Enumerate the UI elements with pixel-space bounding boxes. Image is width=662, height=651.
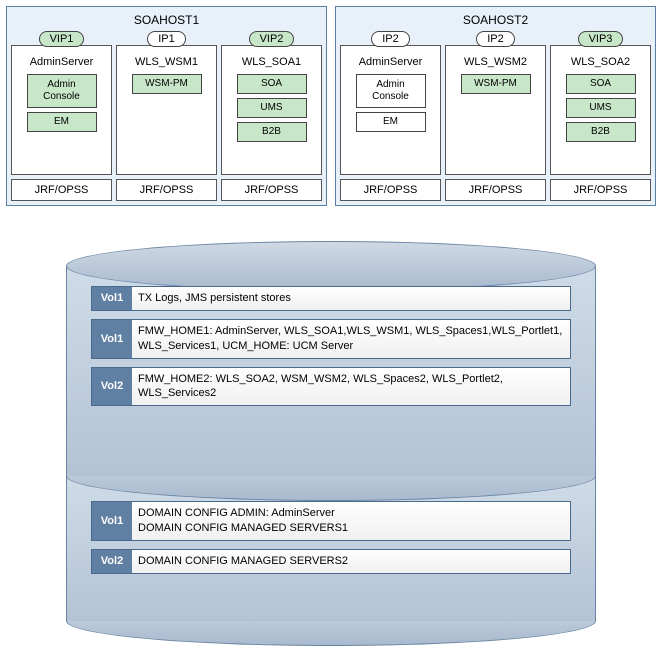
server-box: AdminServer Admin Console EM: [11, 45, 112, 175]
footer-jrf: JRF/OPSS: [550, 179, 651, 201]
volume-tag: Vol1: [92, 287, 132, 310]
volume-text: TX Logs, JMS persistent stores: [132, 287, 570, 310]
server-name: WLS_SOA2: [571, 56, 630, 68]
server-col-adminserver2: IP2 AdminServer Admin Console EM JRF/OPS…: [340, 31, 441, 201]
host-soahost1: SOAHOST1 VIP1 AdminServer Admin Console …: [6, 6, 327, 206]
volume-text: DOMAIN CONFIG MANAGED SERVERS2: [132, 550, 570, 573]
module-b2b: B2B: [237, 122, 307, 142]
host-title: SOAHOST2: [340, 11, 651, 31]
module-em: EM: [27, 112, 97, 132]
hosts-row: SOAHOST1 VIP1 AdminServer Admin Console …: [0, 0, 662, 206]
footer-jrf: JRF/OPSS: [11, 179, 112, 201]
server-box: WLS_SOA2 SOA UMS B2B: [550, 45, 651, 175]
volume-row: Vol2 FMW_HOME2: WLS_SOA2, WSM_WSM2, WLS_…: [91, 367, 571, 407]
volume-tag: Vol1: [92, 502, 132, 540]
module-soa: SOA: [566, 74, 636, 94]
server-box: AdminServer Admin Console EM: [340, 45, 441, 175]
volume-text: DOMAIN CONFIG ADMIN: AdminServer DOMAIN …: [132, 502, 570, 540]
pill-vip1: VIP1: [39, 31, 85, 47]
module-ums: UMS: [237, 98, 307, 118]
module-admin-console: Admin Console: [356, 74, 426, 108]
server-box: WLS_SOA1 SOA UMS B2B: [221, 45, 322, 175]
servers-row: IP2 AdminServer Admin Console EM JRF/OPS…: [340, 31, 651, 201]
server-name: AdminServer: [30, 56, 94, 68]
volume-row: Vol1 DOMAIN CONFIG ADMIN: AdminServer DO…: [91, 501, 571, 541]
footer-jrf: JRF/OPSS: [445, 179, 546, 201]
servers-row: VIP1 AdminServer Admin Console EM JRF/OP…: [11, 31, 322, 201]
storage-stack: Vol1 TX Logs, JMS persistent stores Vol1…: [66, 226, 596, 646]
pill-ip1: IP1: [147, 31, 186, 47]
module-wsm-pm: WSM-PM: [132, 74, 202, 94]
module-admin-console: Admin Console: [27, 74, 97, 108]
disk1-volumes: Vol1 TX Logs, JMS persistent stores Vol1…: [91, 286, 571, 406]
module-soa: SOA: [237, 74, 307, 94]
volume-tag: Vol1: [92, 320, 132, 358]
footer-jrf: JRF/OPSS: [340, 179, 441, 201]
server-box: WLS_WSM2 WSM-PM: [445, 45, 546, 175]
server-name: WLS_SOA1: [242, 56, 301, 68]
footer-jrf: JRF/OPSS: [116, 179, 217, 201]
volume-text: FMW_HOME1: AdminServer, WLS_SOA1,WLS_WSM…: [132, 320, 570, 358]
volume-tag: Vol2: [92, 368, 132, 406]
module-em: EM: [356, 112, 426, 132]
pill-ip2: IP2: [371, 31, 410, 47]
server-col-wsm1: IP1 WLS_WSM1 WSM-PM JRF/OPSS: [116, 31, 217, 201]
server-name: WLS_WSM2: [464, 56, 527, 68]
server-col-wsm2: IP2 WLS_WSM2 WSM-PM JRF/OPSS: [445, 31, 546, 201]
pill-vip3: VIP3: [578, 31, 624, 47]
server-col-soa1: VIP2 WLS_SOA1 SOA UMS B2B JRF/OPSS: [221, 31, 322, 201]
server-name: AdminServer: [359, 56, 423, 68]
pill-ip2: IP2: [476, 31, 515, 47]
server-col-soa2: VIP3 WLS_SOA2 SOA UMS B2B JRF/OPSS: [550, 31, 651, 201]
pill-vip2: VIP2: [249, 31, 295, 47]
host-soahost2: SOAHOST2 IP2 AdminServer Admin Console E…: [335, 6, 656, 206]
server-box: WLS_WSM1 WSM-PM: [116, 45, 217, 175]
footer-jrf: JRF/OPSS: [221, 179, 322, 201]
module-wsm-pm: WSM-PM: [461, 74, 531, 94]
volume-row: Vol2 DOMAIN CONFIG MANAGED SERVERS2: [91, 549, 571, 574]
disk-top-ellipse: [66, 241, 596, 291]
volume-row: Vol1 TX Logs, JMS persistent stores: [91, 286, 571, 311]
server-name: WLS_WSM1: [135, 56, 198, 68]
module-ums: UMS: [566, 98, 636, 118]
host-title: SOAHOST1: [11, 11, 322, 31]
server-col-adminserver: VIP1 AdminServer Admin Console EM JRF/OP…: [11, 31, 112, 201]
volume-row: Vol1 FMW_HOME1: AdminServer, WLS_SOA1,WL…: [91, 319, 571, 359]
module-b2b: B2B: [566, 122, 636, 142]
disk2-volumes: Vol1 DOMAIN CONFIG ADMIN: AdminServer DO…: [91, 501, 571, 574]
volume-text: FMW_HOME2: WLS_SOA2, WSM_WSM2, WLS_Space…: [132, 368, 570, 406]
volume-tag: Vol2: [92, 550, 132, 573]
